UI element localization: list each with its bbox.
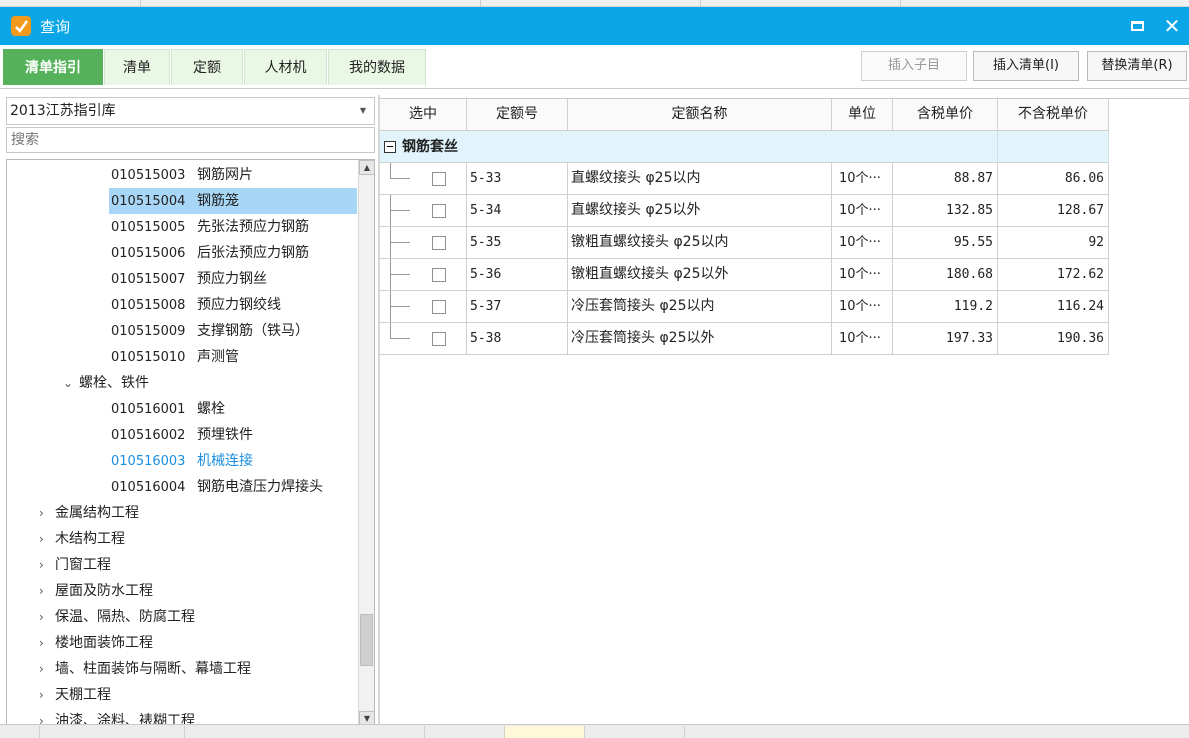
window-title: 查询	[40, 18, 71, 36]
row-checkbox[interactable]	[432, 204, 446, 218]
library-select-value: 2013江苏指引库	[10, 103, 116, 119]
col-notax-price[interactable]: 不含税单价	[998, 99, 1109, 131]
tree-chapter[interactable]: › 金属结构工程	[39, 500, 139, 526]
row-checkbox[interactable]	[432, 172, 446, 186]
tree-item[interactable]: 010515009 支撑钢筋（铁马）	[111, 318, 309, 344]
tree-item[interactable]: 010516001 螺栓	[111, 396, 225, 422]
col-tax-price[interactable]: 含税单价	[893, 99, 998, 131]
tab-my-data[interactable]: 我的数据	[328, 49, 426, 85]
tree-chapter[interactable]: › 门窗工程	[39, 552, 111, 578]
table-row[interactable]: 5-34 直螺纹接头 φ25以外 10个··· 132.85 128.67	[380, 195, 1109, 227]
tree-chapter[interactable]: › 屋面及防水工程	[39, 578, 153, 604]
catalog-tree: 010515003 钢筋网片 010515004 钢筋笼 010515005 先张法预…	[6, 159, 375, 727]
col-code[interactable]: 定额号	[467, 99, 568, 131]
tree-item[interactable]: 010516004 钢筋电渣压力焊接头	[111, 474, 323, 500]
row-checkbox[interactable]	[432, 236, 446, 250]
tree-item[interactable]: 010515003 钢筋网片	[111, 162, 253, 188]
tab-bar: 清单指引 清单 定额 人材机 我的数据 插入子目 插入清单(I) 替换清单(R)	[0, 45, 1189, 89]
tree-group-bolts[interactable]: ⌄ 螺栓、铁件	[63, 370, 149, 396]
table-row[interactable]: 5-36 镦粗直螺纹接头 φ25以外 10个··· 180.68 172.62	[380, 259, 1109, 291]
tree-chapter[interactable]: › 天棚工程	[39, 682, 111, 708]
row-checkbox[interactable]	[432, 268, 446, 282]
tree-chapter[interactable]: › 保温、隔热、防腐工程	[39, 604, 195, 630]
left-panel: 2013江苏指引库 ▼ 010515003钢筋网片 010515004钢筋笼 0…	[6, 97, 378, 729]
insert-list-button[interactable]: 插入清单(I)	[973, 51, 1079, 81]
row-checkbox[interactable]	[432, 332, 446, 346]
tree-item[interactable]: 010515010 声测管	[111, 344, 239, 370]
maximize-icon[interactable]	[1127, 15, 1149, 37]
tree-item[interactable]: 010515006 后张法预应力钢筋	[111, 240, 309, 266]
group-row[interactable]: 钢筋套丝	[380, 131, 1109, 163]
table-row[interactable]: 5-33 直螺纹接头 φ25以内 10个··· 88.87 86.06	[380, 163, 1109, 195]
col-name[interactable]: 定额名称	[568, 99, 832, 131]
tree-chapter[interactable]: › 墙、柱面装饰与隔断、幕墙工程	[39, 656, 251, 682]
tab-list-guide[interactable]: 清单指引	[3, 49, 103, 85]
collapse-icon[interactable]	[384, 141, 396, 153]
chevron-right-icon[interactable]: ›	[39, 682, 55, 708]
col-unit[interactable]: 单位	[832, 99, 893, 131]
app-logo-icon	[11, 16, 31, 36]
grid-header: 选中 定额号 定额名称 单位 含税单价 不含税单价	[380, 99, 1109, 131]
title-bar[interactable]: 查询 ✕	[0, 7, 1189, 45]
chevron-right-icon[interactable]: ›	[39, 552, 55, 578]
replace-list-button[interactable]: 替换清单(R)	[1087, 51, 1187, 81]
chevron-right-icon[interactable]: ›	[39, 604, 55, 630]
library-select[interactable]: 2013江苏指引库 ▼	[6, 97, 375, 125]
search-input[interactable]	[6, 127, 375, 153]
chevron-right-icon[interactable]: ›	[39, 526, 55, 552]
chevron-right-icon[interactable]: ›	[39, 578, 55, 604]
scroll-up-icon[interactable]: ▲	[359, 160, 374, 175]
tree-item[interactable]: 010516002 预埋铁件	[111, 422, 253, 448]
table-row[interactable]: 5-37 冷压套筒接头 φ25以内 10个··· 119.2 116.24	[380, 291, 1109, 323]
quota-grid: 选中 定额号 定额名称 单位 含税单价 不含税单价 钢筋套丝 5-33 直螺纹接…	[380, 98, 1189, 730]
tree-item-selected[interactable]: 010515004 钢筋笼	[109, 188, 357, 214]
background-taskbar-strip	[0, 724, 1189, 738]
tree-scrollbar[interactable]: ▲ ▼	[358, 160, 374, 726]
tree-chapter[interactable]: › 木结构工程	[39, 526, 125, 552]
scroll-thumb[interactable]	[360, 614, 373, 666]
close-icon[interactable]: ✕	[1161, 15, 1183, 37]
tree-item[interactable]: 010515005 先张法预应力钢筋	[111, 214, 309, 240]
query-window: 查询 ✕ 清单指引 清单 定额 人材机 我的数据 插入子目 插入清单(I) 替换…	[0, 7, 1189, 733]
chevron-right-icon[interactable]: ›	[39, 500, 55, 526]
chevron-down-icon[interactable]: ⌄	[63, 370, 79, 396]
chevron-right-icon[interactable]: ›	[39, 656, 55, 682]
insert-child-button[interactable]: 插入子目	[861, 51, 967, 81]
col-select[interactable]: 选中	[380, 99, 467, 131]
tab-quota[interactable]: 定额	[171, 49, 243, 85]
tab-list[interactable]: 清单	[104, 49, 170, 85]
chevron-right-icon[interactable]: ›	[39, 630, 55, 656]
background-strip	[0, 0, 1189, 7]
table-row[interactable]: 5-35 镦粗直螺纹接头 φ25以内 10个··· 95.55 92	[380, 227, 1109, 259]
group-title: 钢筋套丝	[402, 139, 458, 155]
tab-labor-material-machine[interactable]: 人材机	[244, 49, 327, 85]
tree-item[interactable]: 010515007 预应力钢丝	[111, 266, 267, 292]
tree-item-highlighted[interactable]: 010516003 机械连接	[111, 448, 253, 474]
row-checkbox[interactable]	[432, 300, 446, 314]
tree-item[interactable]: 010515008 预应力钢绞线	[111, 292, 281, 318]
tree-chapter[interactable]: › 楼地面装饰工程	[39, 630, 153, 656]
table-row[interactable]: 5-38 冷压套筒接头 φ25以外 10个··· 197.33 190.36	[380, 323, 1109, 355]
dropdown-arrow-icon: ▼	[359, 106, 366, 115]
